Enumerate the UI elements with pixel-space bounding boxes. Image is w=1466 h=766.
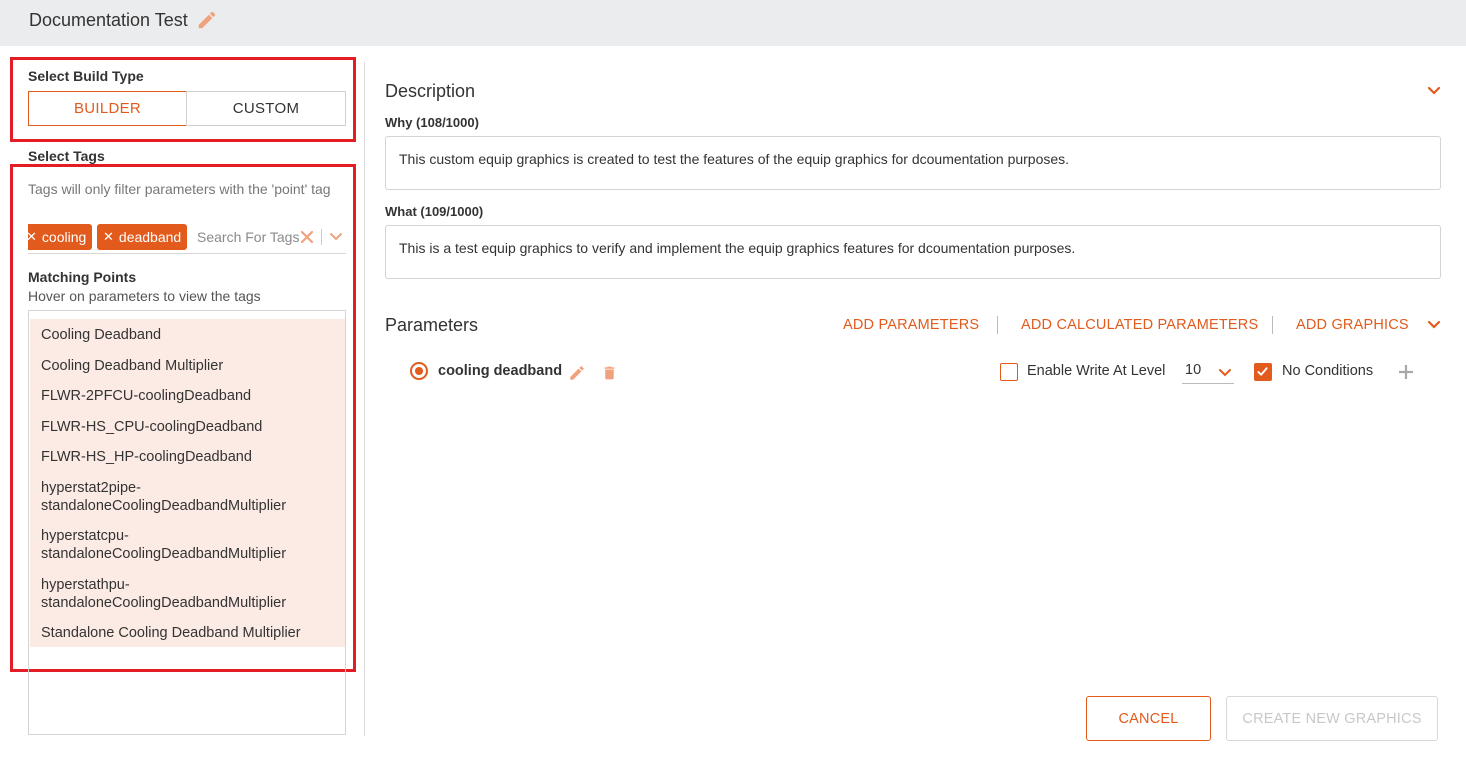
tag-chip-label: deadband (118, 229, 182, 245)
tag-chip-label: cooling (41, 229, 87, 245)
panel-divider (364, 62, 365, 736)
header-bar: Documentation Test (0, 0, 1466, 46)
list-item[interactable]: Standalone Cooling Deadband Multiplier (41, 624, 341, 642)
clear-icon[interactable] (300, 230, 314, 244)
write-level-select[interactable]: 10 (1182, 360, 1234, 384)
enable-write-checkbox[interactable] (1000, 363, 1018, 381)
list-item[interactable]: hyperstathpu-standaloneCoolingDeadbandMu… (41, 576, 311, 612)
trash-icon[interactable] (601, 364, 618, 382)
no-conditions-label: No Conditions (1282, 363, 1374, 379)
create-new-graphics-button[interactable]: CREATE NEW GRAPHICS (1226, 696, 1438, 741)
matching-points-list: Cooling Deadband Cooling Deadband Multip… (30, 319, 345, 647)
write-level-value: 10 (1185, 362, 1202, 378)
chevron-down-icon[interactable] (1427, 320, 1441, 330)
tag-separator (321, 229, 322, 245)
parameter-radio[interactable] (410, 362, 428, 380)
pencil-icon[interactable] (196, 9, 218, 31)
matching-points-label: Matching Points (28, 269, 137, 285)
chevron-down-icon[interactable] (1427, 86, 1441, 96)
what-textarea[interactable]: This is a test equip graphics to verify … (385, 225, 1441, 279)
add-parameters-button[interactable]: ADD PARAMETERS (843, 317, 979, 333)
page-title: Documentation Test (29, 10, 188, 30)
parameters-heading: Parameters (385, 315, 479, 335)
list-item[interactable]: FLWR-HS_HP-coolingDeadband (41, 448, 341, 466)
build-type-label: Select Build Type (28, 68, 144, 84)
pencil-icon[interactable] (568, 364, 586, 382)
why-textarea[interactable]: This custom equip graphics is created to… (385, 136, 1441, 190)
tag-chip-cooling[interactable]: ✕ cooling (28, 224, 93, 250)
list-item[interactable]: Cooling Deadband (41, 326, 341, 344)
no-conditions-checkbox[interactable] (1254, 363, 1272, 381)
add-graphics-button[interactable]: ADD GRAPHICS (1296, 317, 1409, 333)
tag-search-input[interactable] (197, 226, 301, 248)
enable-write-label: Enable Write At Level (1027, 363, 1166, 379)
list-item[interactable]: hyperstat2pipe-standaloneCoolingDeadband… (41, 479, 311, 515)
plus-icon[interactable] (1398, 364, 1414, 380)
tag-chip-deadband[interactable]: ✕ deadband (97, 224, 188, 250)
builder-option-button[interactable]: BUILDER (28, 91, 187, 126)
why-label: Why (108/1000) (385, 115, 479, 130)
what-label: What (109/1000) (385, 204, 484, 219)
action-separator (997, 316, 998, 334)
list-item[interactable]: hyperstatcpu-standaloneCoolingDeadbandMu… (41, 527, 311, 563)
remove-tag-icon[interactable]: ✕ (103, 229, 114, 245)
action-separator (1272, 316, 1273, 334)
select-tags-label: Select Tags (28, 148, 105, 164)
tag-selector: ✕ cooling ✕ deadband (28, 224, 346, 254)
custom-option-button[interactable]: CUSTOM (186, 91, 346, 126)
tags-note: Tags will only filter parameters with th… (28, 181, 331, 197)
list-item[interactable]: Cooling Deadband Multiplier (41, 357, 341, 375)
list-item[interactable]: FLWR-2PFCU-coolingDeadband (41, 387, 341, 405)
cancel-button[interactable]: CANCEL (1086, 696, 1211, 741)
description-heading: Description (385, 81, 476, 101)
chevron-down-icon[interactable] (1218, 368, 1232, 378)
matching-points-hint: Hover on parameters to view the tags (28, 288, 261, 304)
list-item[interactable]: FLWR-HS_CPU-coolingDeadband (41, 418, 341, 436)
remove-tag-icon[interactable]: ✕ (28, 229, 37, 245)
chevron-down-icon[interactable] (328, 230, 344, 244)
check-icon (1257, 367, 1268, 376)
add-calculated-parameters-button[interactable]: ADD CALCULATED PARAMETERS (1021, 317, 1258, 333)
parameter-name: cooling deadband (438, 363, 563, 379)
